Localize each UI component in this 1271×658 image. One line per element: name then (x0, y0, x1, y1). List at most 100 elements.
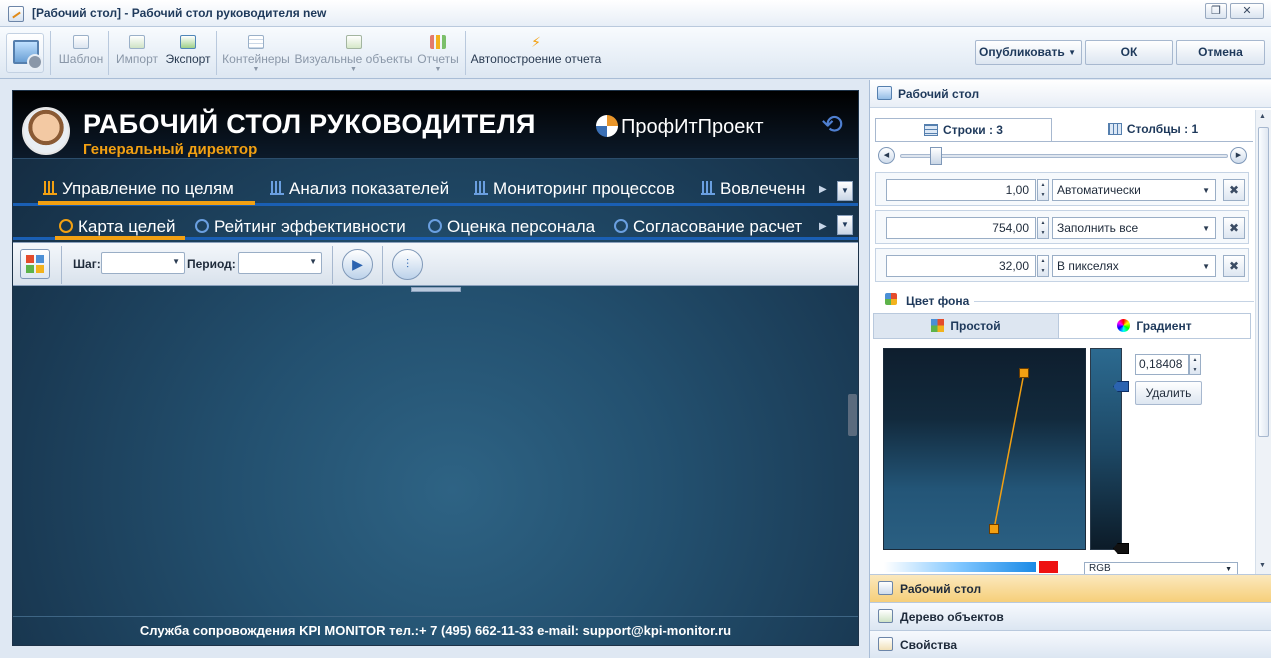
row-mode-select[interactable]: Автоматически (1052, 179, 1216, 201)
slider-left-button[interactable]: ◀ (878, 147, 895, 164)
tab-label: Управление по целям (62, 179, 234, 198)
step-select[interactable] (101, 252, 185, 274)
gradient-start-handle[interactable] (1019, 368, 1029, 378)
bar-chart-icon (43, 181, 57, 195)
dashboard-canvas[interactable]: РАБОЧИЙ СТОЛ РУКОВОДИТЕЛЯ Генеральный ди… (12, 90, 859, 646)
panel-scrollbar[interactable]: ▲ ▼ (1255, 110, 1271, 574)
tree-icon (878, 609, 893, 623)
filter-bar: Шаг: Период: ▶ ⫶ (13, 242, 858, 436)
reports-arrow-icon: ▼ (434, 66, 442, 73)
row-mode-select[interactable]: В пикселях (1052, 255, 1216, 277)
resize-grip[interactable] (411, 287, 461, 292)
template-button[interactable]: Шаблон (56, 31, 106, 75)
title-bar: [Рабочий стол] - Рабочий стол руководите… (0, 0, 1271, 27)
subnav-dropdown-button[interactable]: ▼ (837, 215, 853, 235)
desktop-settings-button[interactable] (6, 33, 44, 73)
color-model-select[interactable]: RGB (1084, 562, 1238, 574)
row-mode-select[interactable]: Заполнить все (1052, 217, 1216, 239)
tab-simple-color[interactable]: Простой (874, 314, 1058, 338)
slider-track[interactable] (900, 154, 1228, 158)
ribbon-separator (465, 31, 466, 75)
accordion-properties[interactable]: Свойства (870, 630, 1271, 658)
auto-report-button[interactable]: ⚡ Автопостроение отчета (470, 31, 602, 75)
period-select[interactable] (238, 252, 322, 274)
import-label: Импорт (116, 52, 158, 66)
tab-columns[interactable]: Столбцы : 1 (1053, 118, 1253, 142)
row-delete-button[interactable]: ✖ (1223, 179, 1245, 201)
tab-gradient-label: Градиент (1136, 319, 1192, 333)
ok-button[interactable]: ОК (1085, 40, 1173, 65)
gradient-stops-bar[interactable] (1090, 348, 1122, 550)
remove-stop-button[interactable]: Удалить (1135, 381, 1202, 405)
play-button[interactable]: ▶ (342, 249, 373, 280)
window-title: [Рабочий стол] - Рабочий стол руководите… (32, 6, 327, 20)
gauge-icon (195, 219, 209, 233)
accordion-object-tree[interactable]: Дерево объектов (870, 602, 1271, 630)
panel-header: Рабочий стол (870, 80, 1271, 108)
stop-position-spinner[interactable]: ▲ ▼ (1189, 354, 1201, 375)
row-size-input[interactable]: 32,00 (886, 255, 1036, 277)
section-divider (974, 301, 1254, 302)
filter-separator (61, 246, 62, 284)
mini-scrollbar[interactable] (848, 394, 857, 436)
restore-button[interactable]: ❐ (1205, 3, 1227, 19)
properties-icon (878, 637, 893, 651)
tab-gradient-color[interactable]: Градиент (1058, 314, 1250, 338)
stop-position-input[interactable]: 0,18408 (1135, 354, 1189, 375)
scroll-right-icon[interactable]: ▶ (819, 221, 827, 232)
row-size-spinner[interactable]: ▲ ▼ (1037, 217, 1049, 239)
gauge-icon (59, 219, 73, 233)
tab-rows[interactable]: Строки : 3 (875, 118, 1052, 142)
tab-goal-map[interactable]: Карта целей (59, 217, 176, 237)
accordion-desktop[interactable]: Рабочий стол (870, 574, 1271, 602)
row-size-spinner[interactable]: ▲ ▼ (1037, 255, 1049, 277)
export-icon (180, 35, 196, 49)
tab-calculation-approval[interactable]: Согласование расчет (614, 217, 812, 237)
row-setting: 754,00 ▲▼ Заполнить все ✖ (875, 210, 1249, 244)
row-slider: ◀ ▶ (878, 147, 1248, 165)
cancel-button[interactable]: Отмена (1176, 40, 1265, 65)
slider-right-button[interactable]: ▶ (1230, 147, 1247, 164)
row-delete-button[interactable]: ✖ (1223, 217, 1245, 239)
filter-settings-button[interactable]: ⫶ (392, 249, 423, 280)
tab-staff-assessment[interactable]: Оценка персонала (428, 217, 595, 237)
scroll-up-icon[interactable]: ▲ (1259, 113, 1266, 120)
color-swatch[interactable] (1039, 561, 1058, 573)
slider-thumb[interactable] (930, 147, 942, 165)
containers-label: Контейнеры (222, 52, 290, 66)
tab-process-monitoring[interactable]: Мониторинг процессов (474, 179, 675, 199)
containers-button[interactable]: Контейнеры ▼ (220, 31, 292, 75)
exit-icon[interactable]: ⟲ (816, 111, 848, 139)
visual-objects-button[interactable]: Визуальные объекты ▼ (294, 31, 413, 75)
palette-icon (885, 293, 897, 305)
row-size-input[interactable]: 754,00 (886, 217, 1036, 239)
ribbon-toolbar: Шаблон Импорт Экспорт Контейнеры ▼ Визуа… (0, 27, 1271, 79)
reports-button[interactable]: Отчеты ▼ (415, 31, 461, 75)
tab-label: Анализ показателей (289, 179, 450, 198)
reports-label: Отчеты (417, 52, 459, 66)
tab-engagement[interactable]: Вовлеченн (701, 179, 813, 199)
gradient-end-handle[interactable] (989, 524, 999, 534)
app-icon (8, 6, 24, 22)
tab-indicator-analysis[interactable]: Анализ показателей (270, 179, 449, 199)
export-button[interactable]: Экспорт (163, 31, 213, 75)
tab-goals-management[interactable]: Управление по целям (43, 179, 234, 199)
color-picker-strip[interactable] (884, 562, 1036, 572)
close-button[interactable]: ✕ (1230, 3, 1264, 19)
row-size-input[interactable]: 1,00 (886, 179, 1036, 201)
layout-icon[interactable] (20, 249, 50, 279)
tab-simple-label: Простой (950, 319, 1001, 333)
scroll-right-icon[interactable]: ▶ (819, 184, 827, 195)
row-size-spinner[interactable]: ▲ ▼ (1037, 179, 1049, 201)
scrollbar-thumb[interactable] (1258, 127, 1269, 437)
tab-efficiency-rating[interactable]: Рейтинг эффективности (195, 217, 406, 237)
publish-button[interactable]: Опубликовать ▼ (975, 40, 1082, 65)
auto-report-label: Автопостроение отчета (470, 52, 602, 66)
tab-label: Мониторинг процессов (493, 179, 675, 198)
properties-panel: Рабочий стол Строки : 3 Столбцы : 1 ◀ ▶ … (869, 80, 1271, 658)
scroll-down-icon[interactable]: ▼ (1259, 562, 1266, 569)
nav-dropdown-button[interactable]: ▼ (837, 181, 853, 201)
import-button[interactable]: Импорт (113, 31, 161, 75)
gradient-preview[interactable] (883, 348, 1086, 550)
row-delete-button[interactable]: ✖ (1223, 255, 1245, 277)
